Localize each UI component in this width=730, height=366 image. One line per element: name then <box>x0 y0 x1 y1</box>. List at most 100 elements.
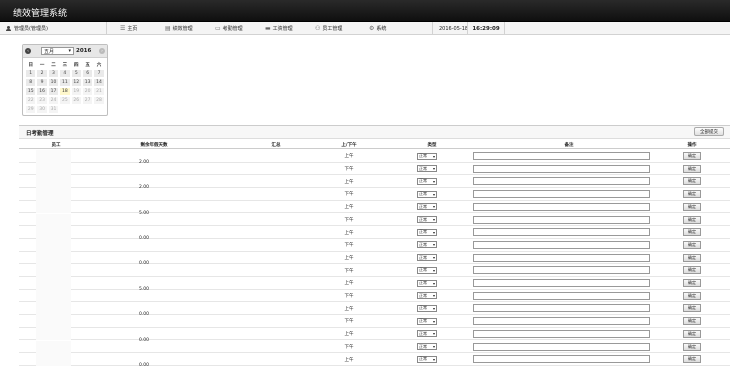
chevron-down-icon: ▾ <box>432 293 435 299</box>
note-input[interactable] <box>473 355 650 364</box>
calendar-day[interactable]: 1 <box>25 69 37 78</box>
note-input[interactable] <box>473 329 650 338</box>
confirm-button[interactable]: 确定 <box>683 190 701 199</box>
type-value: 正常 <box>419 305 427 311</box>
type-select[interactable]: 正常 ▾ <box>417 254 437 262</box>
confirm-button[interactable]: 确定 <box>683 279 701 287</box>
type-select[interactable]: 正常 ▾ <box>417 216 437 223</box>
calendar-day[interactable]: 21 <box>93 87 105 96</box>
confirm-button[interactable]: 确定 <box>683 164 701 173</box>
note-input[interactable] <box>473 202 650 211</box>
calendar-day[interactable]: 4 <box>59 69 71 78</box>
confirm-button[interactable]: 确定 <box>683 152 701 160</box>
note-input[interactable] <box>473 342 650 351</box>
confirm-button[interactable]: 确定 <box>683 253 701 262</box>
note-input[interactable] <box>473 317 650 326</box>
type-select[interactable]: 正常 ▾ <box>417 203 437 211</box>
calendar-day[interactable]: 2 <box>36 69 48 78</box>
half-day-label: 上午 <box>344 205 354 211</box>
calendar-day[interactable]: 27 <box>81 96 94 105</box>
users-icon: ⚇ <box>315 25 321 32</box>
calendar-day[interactable]: 8 <box>25 78 37 87</box>
calendar-day[interactable]: 24 <box>47 96 60 105</box>
type-select[interactable]: 正常 ▾ <box>417 190 437 198</box>
note-input[interactable] <box>473 152 650 160</box>
confirm-button[interactable]: 确定 <box>683 329 701 338</box>
note-input[interactable] <box>473 253 650 262</box>
calendar-day[interactable]: 13 <box>81 78 94 87</box>
calendar-day[interactable]: 12 <box>70 78 82 87</box>
nav-item-2[interactable]: ▭ 考勤管理 <box>215 22 243 35</box>
confirm-button[interactable]: 确定 <box>683 342 701 351</box>
confirm-button[interactable]: 确定 <box>683 291 701 300</box>
confirm-button[interactable]: 确定 <box>683 215 701 224</box>
submit-all-button[interactable]: 全部提交 <box>694 127 724 136</box>
type-select[interactable]: 正常 ▾ <box>417 343 437 350</box>
calendar-day[interactable]: 18 <box>59 87 71 96</box>
type-select[interactable]: 正常 ▾ <box>417 304 437 312</box>
type-select[interactable]: 正常 ▾ <box>417 228 437 236</box>
calendar-day[interactable]: 10 <box>47 78 60 87</box>
prev-month-icon[interactable]: ‹ <box>25 48 31 54</box>
confirm-button[interactable]: 确定 <box>683 355 701 364</box>
confirm-button[interactable]: 确定 <box>683 240 701 249</box>
calendar-day[interactable]: 11 <box>59 78 71 87</box>
calendar-day[interactable]: 5 <box>70 69 82 78</box>
confirm-button[interactable]: 确定 <box>683 266 701 275</box>
type-select[interactable]: 正常 ▾ <box>417 165 437 173</box>
note-input[interactable] <box>473 215 650 224</box>
calendar-day[interactable]: 20 <box>81 87 94 96</box>
type-value: 正常 <box>419 356 427 362</box>
calendar-day[interactable]: 9 <box>36 78 48 87</box>
calendar-day[interactable]: 6 <box>81 69 94 78</box>
note-input[interactable] <box>473 177 650 186</box>
confirm-button[interactable]: 确定 <box>683 228 701 237</box>
calendar-day[interactable]: 3 <box>47 69 60 78</box>
confirm-button[interactable]: 确定 <box>683 177 701 186</box>
note-input[interactable] <box>473 291 650 300</box>
calendar-day[interactable]: 16 <box>36 87 48 96</box>
nav-item-3[interactable]: ▬ 工资管理 <box>265 22 293 35</box>
type-select[interactable]: 正常 ▾ <box>417 279 437 287</box>
type-select[interactable]: 正常 ▾ <box>417 177 437 185</box>
calendar-day[interactable]: 26 <box>70 96 82 105</box>
confirm-button[interactable]: 确定 <box>683 317 701 326</box>
type-select[interactable]: 正常 ▾ <box>417 330 437 338</box>
confirm-button[interactable]: 确定 <box>683 202 701 211</box>
top-bar: 绩效管理系统 <box>0 0 730 22</box>
note-input[interactable] <box>473 266 650 275</box>
calendar-day[interactable]: 14 <box>93 78 105 87</box>
calendar-day[interactable]: 28 <box>93 96 105 105</box>
note-input[interactable] <box>473 304 650 313</box>
calendar-day[interactable]: 23 <box>36 96 48 105</box>
calendar-day[interactable]: 7 <box>93 69 105 78</box>
type-select[interactable]: 正常 ▾ <box>417 292 437 300</box>
nav-item-4[interactable]: ⚇ 员工管理 <box>315 22 342 35</box>
nav-item-1[interactable]: ▤ 绩效管理 <box>165 22 193 35</box>
calendar-day[interactable]: 17 <box>47 87 60 96</box>
note-input[interactable] <box>473 228 650 237</box>
confirm-button[interactable]: 确定 <box>683 304 701 313</box>
attendance-panel: 日考勤管理 全部提交 员工 剩余年假天数 汇总 上/下午 类型 备注 操作 2.00 上午 正常… <box>19 125 730 366</box>
month-select[interactable]: 五月 ▾ <box>41 47 74 55</box>
note-input[interactable] <box>473 279 650 287</box>
calendar-day[interactable]: 29 <box>25 105 37 114</box>
type-select[interactable]: 正常 ▾ <box>417 266 437 274</box>
type-select[interactable]: 正常 ▾ <box>417 241 437 249</box>
type-select[interactable]: 正常 ▾ <box>417 317 437 325</box>
next-month-icon[interactable]: › <box>99 48 105 54</box>
calendar-day[interactable]: 31 <box>47 105 60 114</box>
nav-item-0[interactable]: ☰ 主页 <box>120 22 137 35</box>
calendar-day[interactable]: 19 <box>70 87 82 96</box>
note-input[interactable] <box>473 240 650 249</box>
nav-item-5[interactable]: ⚙ 系统 <box>369 22 386 35</box>
calendar-day[interactable]: 30 <box>36 105 48 114</box>
type-select[interactable]: 正常 ▾ <box>417 355 437 363</box>
user-menu[interactable]: 管理员(管理员) <box>0 22 107 35</box>
note-input[interactable] <box>473 190 650 199</box>
calendar-day[interactable]: 25 <box>59 96 71 105</box>
type-select[interactable]: 正常 ▾ <box>417 152 437 160</box>
calendar-day[interactable]: 15 <box>25 87 37 96</box>
calendar-day[interactable]: 22 <box>25 96 37 105</box>
note-input[interactable] <box>473 164 650 173</box>
